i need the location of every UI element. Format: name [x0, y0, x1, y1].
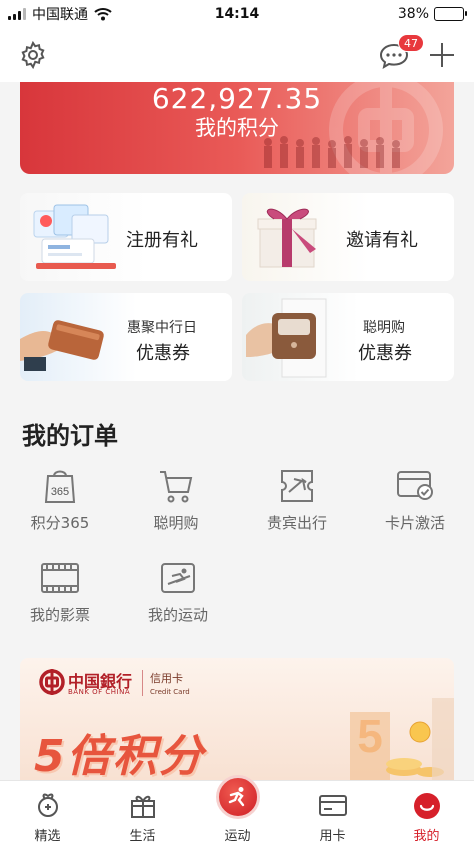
plane-ticket-icon	[281, 470, 313, 502]
shopping-cart-icon	[160, 471, 193, 503]
message-count-badge: 47	[398, 34, 424, 52]
invite-gift-card[interactable]: 邀请有礼	[242, 193, 454, 281]
order-points365[interactable]: 365 积分365	[10, 468, 110, 533]
points-label: 我的积分	[195, 116, 279, 140]
film-ticket-icon	[41, 563, 79, 593]
my-orders-title: 我的订单	[22, 422, 118, 450]
order-movie-tickets-label: 我的影票	[29, 606, 90, 624]
battery-percent: 38%	[397, 6, 429, 22]
boc-day-coupon-title: 优惠券	[136, 343, 190, 364]
top-header: 47	[0, 28, 474, 82]
bag-365-icon: 365	[44, 470, 76, 503]
card-icon	[318, 795, 347, 816]
boc-day-coupon-card[interactable]: 惠聚中行日 优惠券	[20, 293, 232, 381]
tab-card-use-label: 用卡	[319, 829, 346, 843]
credit-card-ad-banner[interactable]: 中国銀行 BANK OF CHINA 信用卡 Credit Card 5 5倍积…	[20, 658, 454, 780]
points-banner[interactable]: 622,927.35 我的积分	[20, 82, 454, 174]
tab-card-use[interactable]: 用卡	[285, 781, 380, 843]
tab-life-label: 生活	[129, 829, 156, 843]
gift-box-illustration-icon	[257, 208, 317, 268]
tab-mine-label: 我的	[413, 829, 440, 843]
status-bar: 中国联通 14:14 38%	[0, 0, 474, 28]
order-card-activation-label: 卡片激活	[384, 514, 445, 532]
ad-headline: 5倍积分	[34, 731, 205, 780]
settings-gear-icon[interactable]	[18, 40, 48, 70]
tab-featured[interactable]: 精选	[0, 781, 95, 843]
runner-icon	[228, 787, 244, 807]
signal-icon	[8, 8, 26, 20]
gift-icon	[130, 795, 155, 818]
invite-gift-title: 邀请有礼	[346, 230, 418, 251]
order-card-activation[interactable]: 卡片激活	[365, 468, 465, 533]
smart-buy-coupon-card[interactable]: 聪明购 优惠券	[242, 293, 454, 381]
tab-sports-label: 运动	[224, 829, 251, 843]
bag-365-text: 365	[51, 486, 69, 498]
boc-day-coupon-subtitle: 惠聚中行日	[127, 320, 197, 336]
tab-life[interactable]: 生活	[95, 781, 190, 843]
bottom-tab-bar: 精选 生活 运动 用卡 我的	[0, 775, 474, 843]
smart-buy-coupon-subtitle: 聪明购	[363, 320, 405, 336]
wifi-icon	[94, 8, 112, 21]
register-gift-title: 注册有礼	[126, 230, 198, 251]
ski-icon	[161, 563, 195, 593]
order-smart-buy[interactable]: 聪明购	[126, 468, 226, 533]
order-movie-tickets[interactable]: 我的影票	[10, 560, 110, 625]
ad-credit-card-en: Credit Card	[150, 688, 190, 696]
carrier-name: 中国联通	[32, 7, 88, 23]
hand-holding-wallet-icon	[20, 320, 104, 371]
order-smart-buy-label: 聪明购	[153, 514, 199, 532]
tab-mine[interactable]: 我的	[379, 781, 474, 843]
gold-coins-illustration-icon: 5	[350, 698, 454, 780]
app-phones-illustration-icon	[33, 204, 116, 269]
order-my-sports-label: 我的运动	[147, 606, 208, 624]
points-value: 622,927.35	[151, 82, 323, 115]
card-check-icon	[397, 471, 433, 500]
order-vip-travel-label: 贵宾出行	[266, 514, 327, 532]
svg-text:5: 5	[357, 710, 383, 762]
ad-divider	[142, 670, 143, 696]
order-points365-label: 积分365	[30, 514, 90, 532]
featured-icon	[37, 793, 58, 817]
ad-credit-card-cn: 信用卡	[150, 672, 183, 685]
order-my-sports[interactable]: 我的运动	[128, 560, 228, 625]
hand-holding-pouch-icon	[246, 298, 327, 378]
plus-icon[interactable]	[428, 41, 456, 69]
tab-featured-label: 精选	[34, 829, 61, 843]
smart-buy-coupon-title: 优惠券	[358, 343, 412, 364]
order-vip-travel[interactable]: 贵宾出行	[247, 468, 347, 533]
battery-icon	[434, 7, 467, 21]
tab-sports[interactable]: 运动	[190, 775, 285, 843]
profile-icon	[413, 793, 440, 819]
ad-bank-name-en: BANK OF CHINA	[68, 688, 131, 696]
bank-of-china-logo	[39, 669, 65, 695]
sports-center-button[interactable]	[215, 775, 260, 819]
register-gift-card[interactable]: 注册有礼	[20, 193, 232, 281]
